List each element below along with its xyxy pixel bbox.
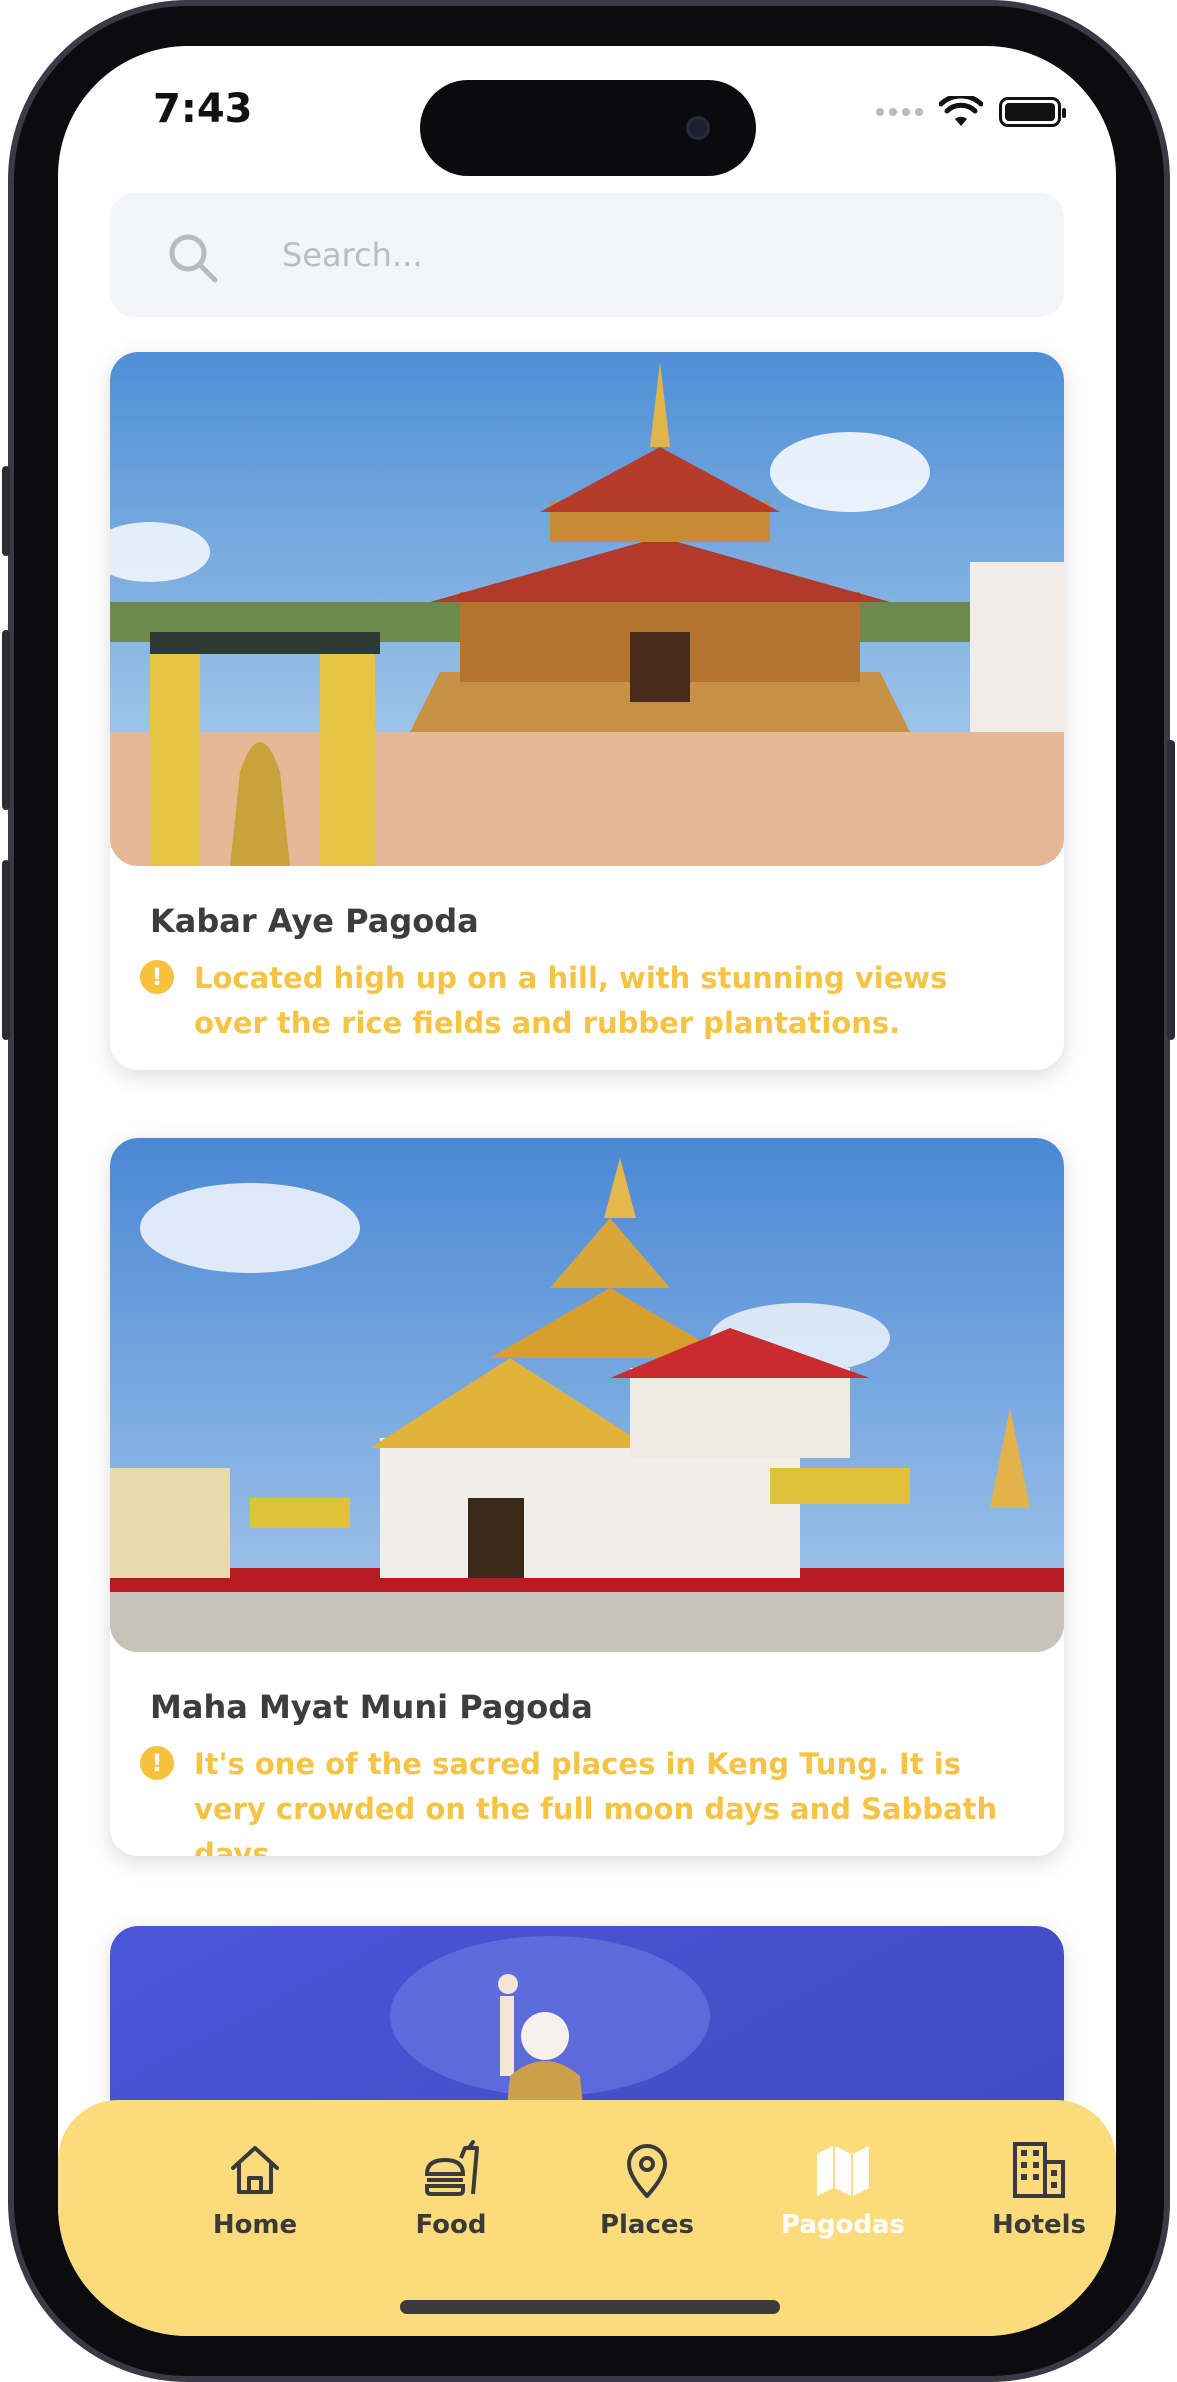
info-icon: ! xyxy=(140,1746,174,1780)
signal-dots-icon xyxy=(876,108,923,116)
map-icon xyxy=(817,2146,869,2196)
tab-label: Places xyxy=(599,2210,695,2240)
status-time: 7:43 xyxy=(153,86,253,132)
camera-icon xyxy=(686,116,710,140)
tab-label: Food xyxy=(415,2210,487,2240)
tab-label: Home xyxy=(212,2210,298,2240)
building-icon xyxy=(1013,2142,1065,2198)
tab-food[interactable]: Food xyxy=(356,2140,546,2280)
tab-pagodas[interactable]: Pagodas xyxy=(748,2140,938,2280)
search-icon xyxy=(169,234,218,283)
info-icon: ! xyxy=(140,960,174,994)
tab-label: Hotels xyxy=(991,2210,1087,2240)
tab-places[interactable]: Places xyxy=(552,2140,742,2280)
card-description: Located high up on a hill, with stunning… xyxy=(194,961,948,1040)
pagoda-card[interactable]: Maha Myat Muni Pagoda ! It's one of the … xyxy=(110,1138,1064,1856)
dynamic-island xyxy=(420,80,756,176)
tab-home[interactable]: Home xyxy=(160,2140,350,2280)
card-info-row: ! It's one of the sacred places in Keng … xyxy=(140,1742,1030,1856)
volume-up-button xyxy=(2,630,10,810)
volume-down-button xyxy=(2,860,10,1040)
wifi-icon xyxy=(939,96,983,126)
app-screen: 7:43 Search... Kabar Aye Pagoda ! Locate… xyxy=(58,46,1116,2336)
search-input[interactable] xyxy=(282,193,1022,317)
search-bar[interactable] xyxy=(110,193,1064,317)
home-indicator[interactable] xyxy=(400,2300,780,2314)
action-button xyxy=(2,466,10,556)
card-info-row: ! Located high up on a hill, with stunni… xyxy=(140,956,1030,1046)
pagoda-card[interactable]: Kabar Aye Pagoda ! Located high up on a … xyxy=(110,352,1064,1070)
power-button xyxy=(1167,740,1175,1040)
card-image xyxy=(110,1138,1064,1652)
battery-icon xyxy=(999,97,1066,127)
tab-hotels[interactable]: Hotels xyxy=(944,2140,1116,2280)
burger-icon xyxy=(424,2140,479,2196)
status-icons xyxy=(876,96,1066,128)
tab-label: Pagodas xyxy=(780,2210,905,2240)
map-pin-icon xyxy=(627,2144,667,2198)
card-description: It's one of the sacred places in Keng Tu… xyxy=(194,1747,998,1856)
home-icon xyxy=(231,2146,279,2194)
card-title: Maha Myat Muni Pagoda xyxy=(150,1688,593,1726)
card-title: Kabar Aye Pagoda xyxy=(150,902,479,940)
card-image xyxy=(110,352,1064,866)
